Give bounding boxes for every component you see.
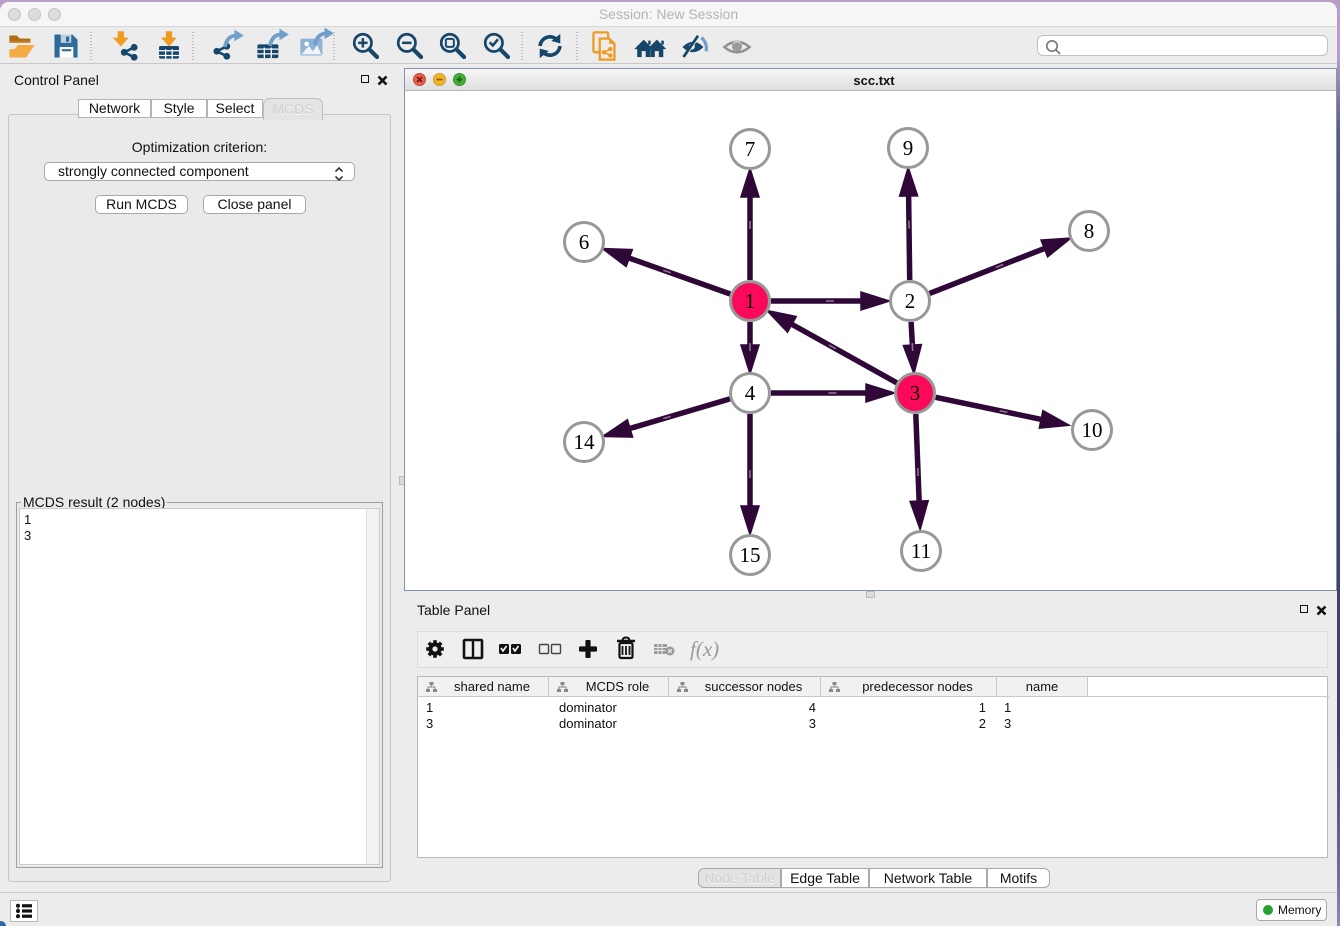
svg-text:8: 8 [1084,219,1095,243]
svg-text:2: 2 [905,289,916,313]
svg-text:11: 11 [911,539,931,563]
svg-text:1: 1 [745,289,756,313]
svg-text:4: 4 [745,381,756,405]
svg-text:9: 9 [903,136,914,160]
svg-text:14: 14 [574,430,596,454]
svg-text:7: 7 [745,137,756,161]
svg-text:f(x): f(x) [690,637,719,661]
svg-text:6: 6 [579,230,590,254]
svg-text:15: 15 [740,543,761,567]
svg-text:3: 3 [910,381,921,405]
svg-text:10: 10 [1082,418,1103,442]
